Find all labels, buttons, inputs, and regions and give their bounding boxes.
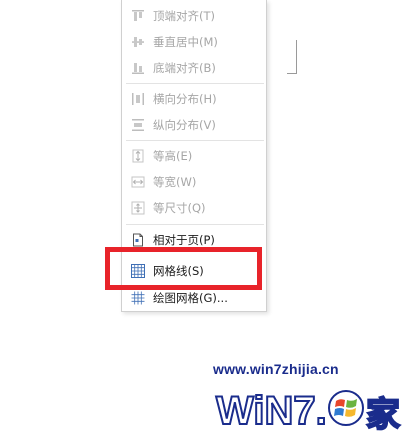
equal-size-icon: [131, 201, 145, 215]
distribute-horizontal-icon: [131, 92, 145, 106]
menu-item-label: 等宽(W): [153, 175, 197, 189]
menu-item-label: 相对于页(P): [153, 233, 215, 247]
distribute-vertical-icon: [131, 118, 145, 132]
gridlines-highlight-box: [105, 247, 262, 290]
menu-separator: [126, 224, 264, 225]
menu-separator: [126, 140, 264, 141]
align-top-icon: [131, 9, 145, 23]
drawing-grid-icon: [131, 291, 145, 305]
menu-item-align-bottom[interactable]: 底端对齐(B): [122, 55, 266, 81]
relative-to-page-icon: [131, 233, 145, 247]
menu-item-equal-height[interactable]: 等高(E): [122, 143, 266, 169]
menu-item-equal-size[interactable]: 等尺寸(Q): [122, 195, 266, 221]
menu-item-label: 顶端对齐(T): [153, 9, 215, 23]
menu-item-equal-width[interactable]: 等宽(W): [122, 169, 266, 195]
menu-item-label: 绘图网格(G)...: [153, 291, 228, 305]
document-margin-corner: [287, 40, 297, 74]
windows-flag-icon: [328, 390, 364, 426]
menu-item-label: 纵向分布(V): [153, 118, 216, 132]
menu-item-label: 垂直居中(M): [153, 35, 218, 49]
menu-item-distribute-horizontal[interactable]: 横向分布(H): [122, 86, 266, 112]
menu-item-label: 横向分布(H): [153, 92, 217, 106]
align-bottom-icon: [131, 61, 145, 75]
menu-item-align-middle[interactable]: 垂直居中(M): [122, 29, 266, 55]
menu-item-align-top[interactable]: 顶端对齐(T): [122, 3, 266, 29]
menu-separator: [126, 83, 264, 84]
watermark-url: www.win7zhijia.cn: [213, 361, 339, 377]
watermark-logo-text: WiN7.: [216, 389, 327, 433]
equal-height-icon: [131, 149, 145, 163]
menu-item-label: 等高(E): [153, 149, 193, 163]
watermark-logo-suffix: 家: [366, 395, 400, 435]
watermark-logo: WiN7. 家: [214, 378, 404, 436]
menu-item-label: 底端对齐(B): [153, 61, 216, 75]
align-middle-icon: [131, 35, 145, 49]
equal-width-icon: [131, 175, 145, 189]
menu-item-distribute-vertical[interactable]: 纵向分布(V): [122, 112, 266, 138]
menu-item-label: 等尺寸(Q): [153, 201, 206, 215]
